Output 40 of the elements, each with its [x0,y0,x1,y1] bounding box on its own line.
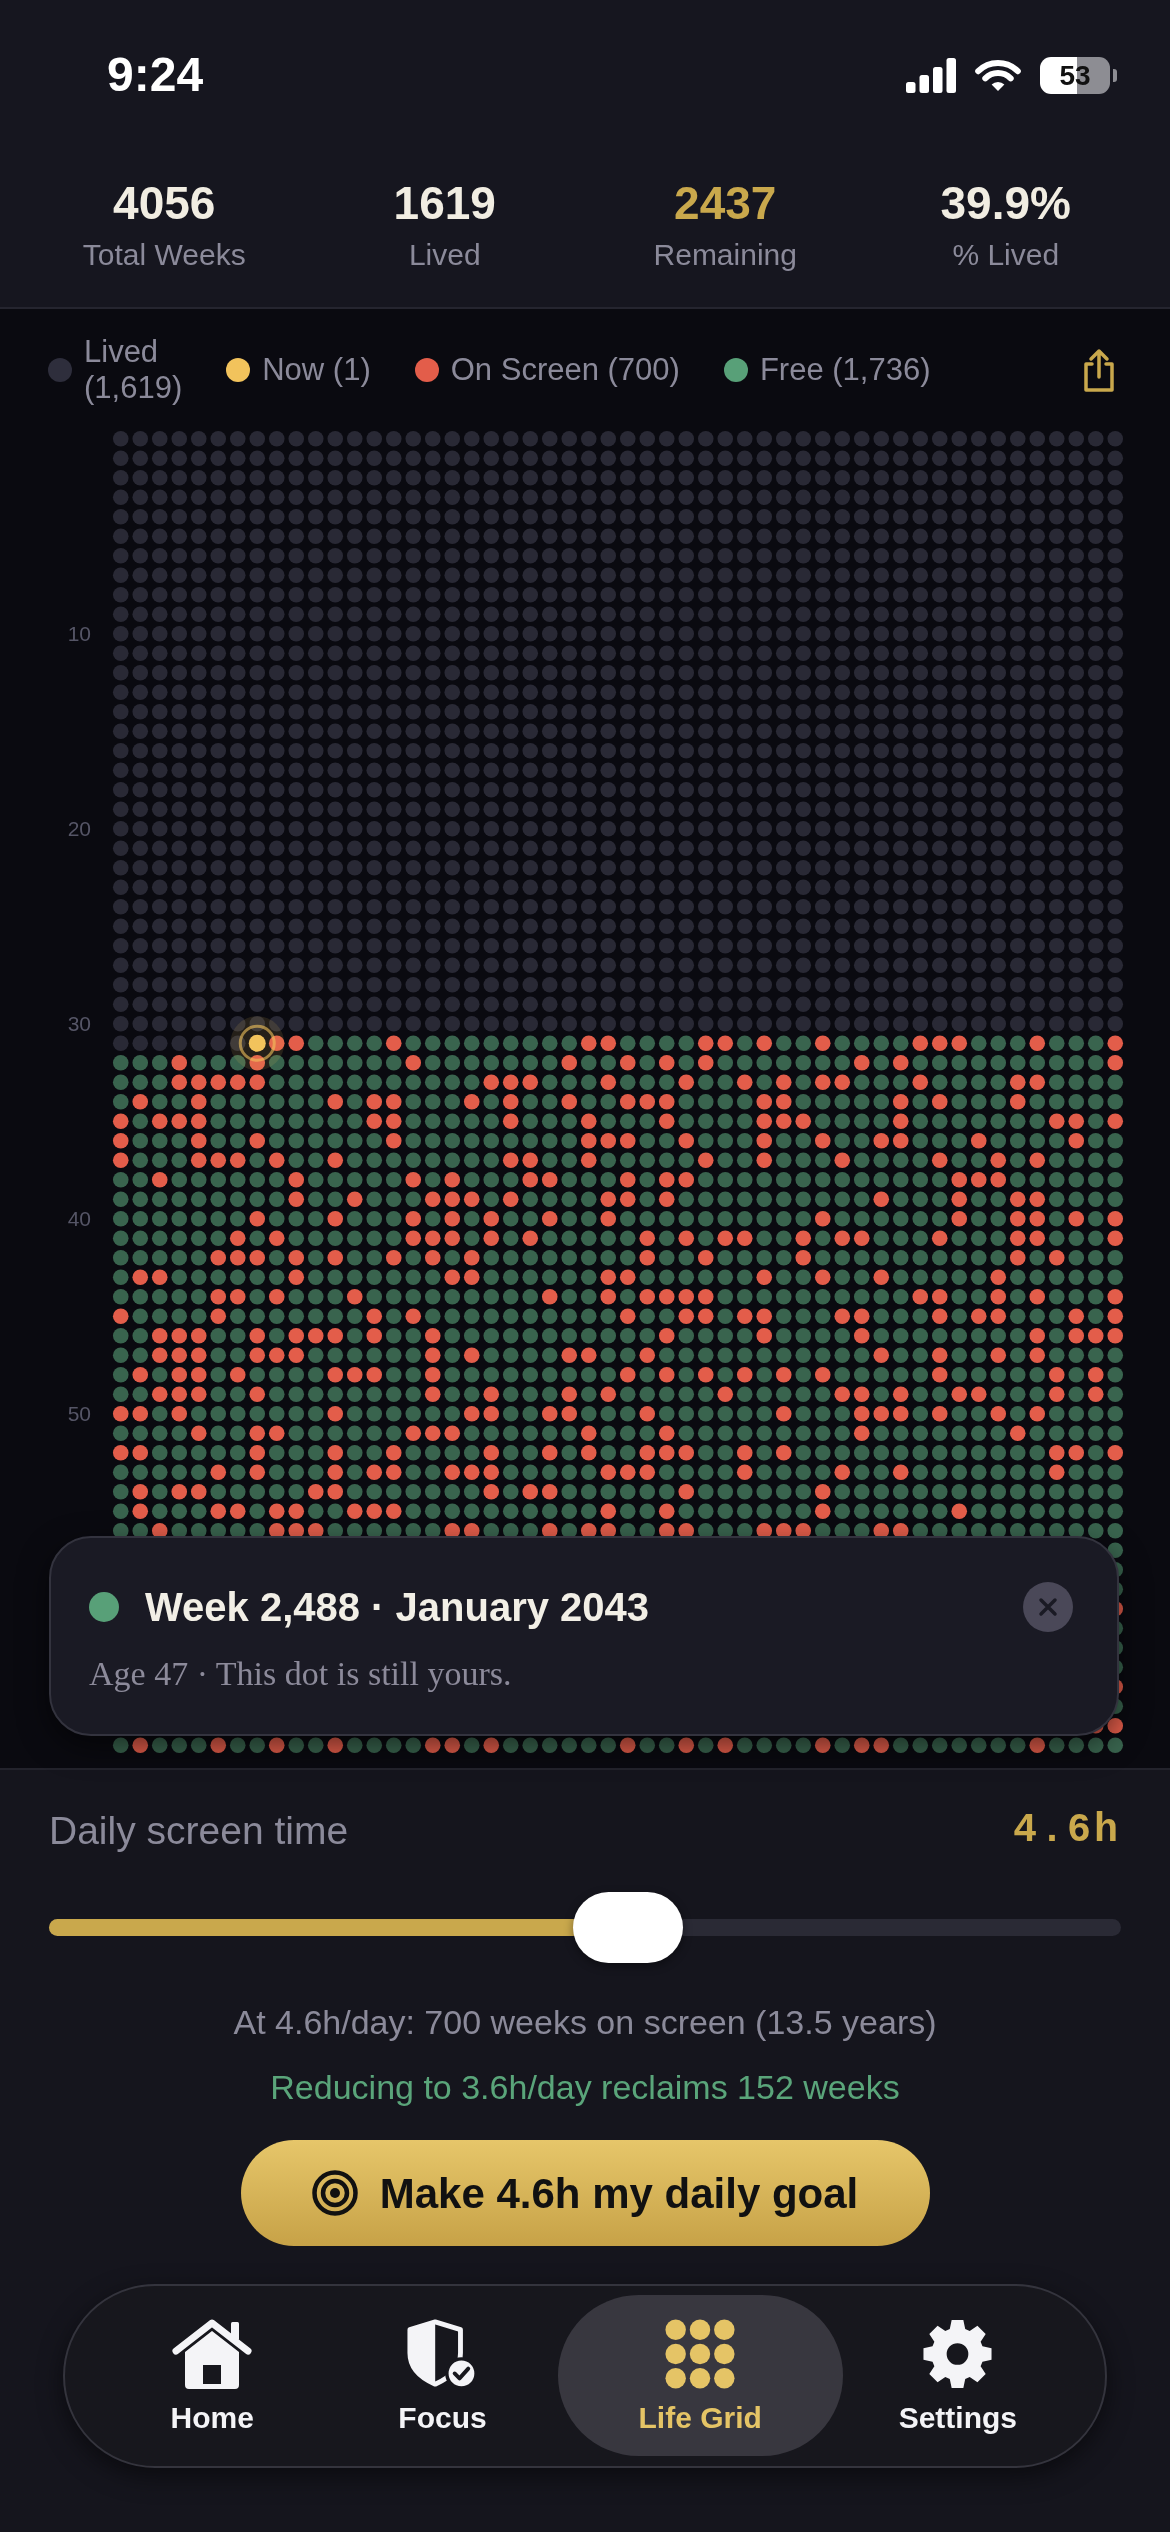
target-icon [311,2170,358,2216]
card-subtitle: Age 47 · This dot is still yours. [89,1654,513,1694]
reclaim-text: Reducing to 3.6h/day reclaims 152 weeks [269,2067,901,2108]
stat-value: 39.9% [939,178,1072,228]
summary-text: At 4.6h/day: 700 weeks on screen (13.5 years) [232,2002,938,2043]
tab[interactable]: Focus [327,2295,558,2456]
current-week-dot[interactable] [230,1016,285,1071]
stat-label: Remaining [652,237,798,273]
tab[interactable]: Home [97,2295,328,2456]
slider-value: 4.6h [1013,1807,1121,1855]
signal-icon [906,56,956,94]
stat-label: Lived [407,237,482,273]
stat-label: % Lived [951,237,1061,273]
stat-value: 4056 [112,178,217,228]
home-icon [171,2318,254,2390]
share-icon [1081,347,1117,393]
share-button[interactable] [1081,347,1117,393]
legend-label: On Screen (700) [450,352,680,388]
settings-icon [921,2318,995,2390]
stat-value: 1619 [392,178,497,228]
slider-track[interactable] [49,1892,1121,1963]
legend-label: Lived (1,619) [84,334,183,406]
legend-label: Free (1,736) [759,352,931,388]
legend-label: Now (1) [262,352,371,388]
row-label: 10 [67,622,91,646]
wifi-icon [974,57,1022,93]
stat-label: Total Weeks [81,237,247,273]
status-time: 9:24 [107,51,204,99]
tab[interactable]: Settings [842,2295,1073,2456]
battery-level: 53 [1040,56,1117,94]
row-label: 50 [67,1402,91,1426]
row-label: 40 [67,1207,91,1231]
tab[interactable]: Life Grid [557,2295,843,2456]
row-label: 20 [67,817,91,841]
goal-button[interactable]: Make 4.6h my daily goal [240,2140,930,2246]
card-title: Week 2,488 · January 2043 [145,1584,650,1631]
stat-value: 2437 [673,178,778,228]
close-icon [1038,1597,1058,1617]
slider-label: Daily screen time [49,1808,349,1854]
row-label: 30 [67,1012,91,1036]
